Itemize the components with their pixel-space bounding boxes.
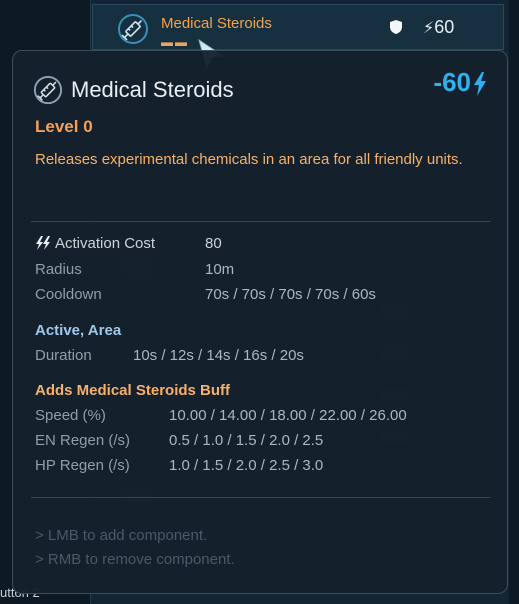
- stat-row: Activation Cost 80: [35, 235, 222, 252]
- component-energy-cost: ⚡60: [423, 17, 454, 38]
- section-title: Adds Medical Steroids Buff: [35, 382, 231, 399]
- energy-bolt-icon: [474, 72, 486, 97]
- component-level: Level 0: [35, 117, 93, 136]
- stat-label: HP Regen (/s): [35, 457, 130, 474]
- divider: [31, 221, 491, 222]
- stat-value: 10.00 / 14.00 / 18.00 / 22.00 / 26.00: [169, 407, 407, 424]
- tooltip-title: Medical Steroids: [71, 77, 234, 102]
- activation-bolt-icon: [36, 236, 50, 250]
- component-list-item[interactable]: Medical Steroids ▬▬ ⚡60: [92, 4, 504, 50]
- stat-label: EN Regen (/s): [35, 432, 131, 449]
- stat-label: Speed (%): [35, 407, 106, 424]
- stat-value: 0.5 / 1.0 / 1.5 / 2.0 / 2.5: [169, 432, 324, 449]
- component-tooltip: Medical Steroids -60 Level 0 Releases ex…: [12, 50, 508, 594]
- stat-row: Radius 10m: [35, 261, 234, 278]
- stat-label: Cooldown: [35, 286, 102, 303]
- stat-value: 10m: [205, 261, 235, 278]
- component-name: Medical Steroids: [161, 15, 272, 32]
- stat-label: Radius: [35, 261, 82, 278]
- stat-row: Speed (%) 10.00 / 14.00 / 18.00 / 22.00 …: [35, 407, 407, 424]
- section-title: Active, Area: [35, 322, 122, 339]
- divider: [31, 497, 491, 498]
- stat-row: HP Regen (/s) 1.0 / 1.5 / 2.0 / 2.5 / 3.…: [35, 457, 323, 474]
- stat-label: Activation Cost: [55, 235, 156, 252]
- hint-text: > LMB to add component.: [35, 527, 208, 544]
- stat-row: Duration 10s / 12s / 14s / 16s / 20s: [35, 347, 304, 364]
- component-level-dashes: ▬▬: [161, 35, 189, 49]
- syringe-icon: [33, 75, 63, 105]
- stat-label: Duration: [35, 347, 92, 364]
- component-cost-value: 60: [434, 17, 455, 37]
- stat-value: 1.0 / 1.5 / 2.0 / 2.5 / 3.0: [169, 457, 324, 474]
- energy-cost-value: -60: [433, 67, 471, 97]
- component-description: Releases experimental chemicals in an ar…: [35, 151, 463, 168]
- stat-row: Cooldown 70s / 70s / 70s / 70s / 60s: [35, 286, 376, 303]
- stat-row: EN Regen (/s) 0.5 / 1.0 / 1.5 / 2.0 / 2.…: [35, 432, 323, 449]
- stat-value: 10s / 12s / 14s / 16s / 20s: [133, 347, 304, 364]
- syringe-icon: [118, 14, 148, 44]
- shield-icon: [390, 20, 402, 34]
- energy-bolt-icon: ⚡: [423, 20, 435, 37]
- stat-value: 80: [205, 235, 222, 252]
- energy-cost-display: -60: [433, 67, 487, 98]
- stat-value: 70s / 70s / 70s / 70s / 60s: [205, 286, 376, 303]
- hint-text: > RMB to remove component.: [35, 551, 235, 568]
